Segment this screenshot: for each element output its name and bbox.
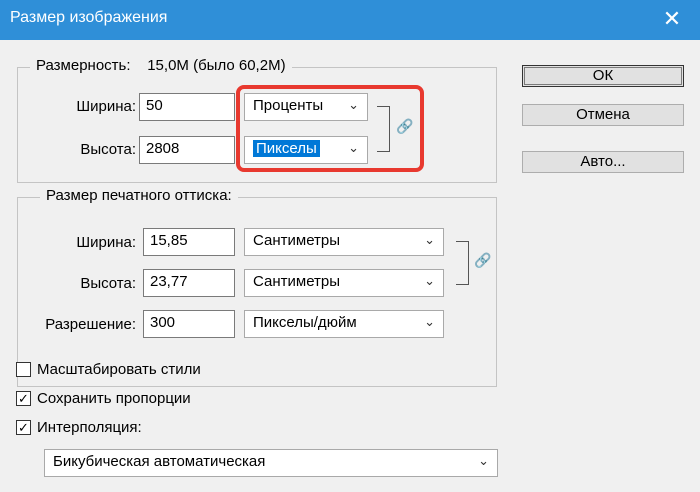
- doc-width-unit-select[interactable]: Сантиметры ⌄: [244, 228, 444, 256]
- chevron-down-icon: ⌄: [424, 232, 435, 247]
- pixel-dimensions-label: Размерность:: [36, 57, 131, 74]
- resolution-unit-value: Пикселы/дюйм: [253, 314, 357, 331]
- highlight-annotation: [236, 85, 424, 172]
- resample-label[interactable]: Интерполяция:: [37, 419, 142, 436]
- resolution-input[interactable]: 300: [143, 310, 235, 338]
- pixel-dimensions-value: 15,0M (было 60,2M): [147, 57, 286, 74]
- chevron-down-icon: ⌄: [424, 273, 435, 288]
- document-size-legend: Размер печатного оттиска:: [40, 187, 238, 204]
- auto-button[interactable]: Авто...: [522, 151, 684, 173]
- pixel-height-input[interactable]: 2808: [139, 136, 235, 164]
- constrain-proportions-label[interactable]: Сохранить пропорции: [37, 390, 191, 407]
- doc-width-input[interactable]: 15,85: [143, 228, 235, 256]
- doc-height-label: Высота:: [80, 275, 136, 292]
- pixel-height-label: Высота:: [80, 141, 136, 158]
- title-bar: Размер изображения ✕: [0, 0, 700, 40]
- pixel-width-input[interactable]: 50: [139, 93, 235, 121]
- dialog-body: Размерность: 15,0M (было 60,2M) Ширина: …: [0, 40, 700, 492]
- doc-height-input[interactable]: 23,77: [143, 269, 235, 297]
- resolution-label: Разрешение:: [45, 316, 136, 333]
- doc-link-bracket: [456, 241, 469, 285]
- pixel-width-label: Ширина:: [76, 98, 136, 115]
- close-icon[interactable]: ✕: [652, 2, 692, 36]
- ok-button[interactable]: ОК: [522, 65, 684, 87]
- scale-styles-label[interactable]: Масштабировать стили: [37, 361, 201, 378]
- window-title: Размер изображения: [10, 9, 168, 26]
- chevron-down-icon: ⌄: [424, 314, 435, 329]
- pixel-dimensions-legend: Размерность: 15,0M (было 60,2M): [30, 57, 292, 74]
- link-icon[interactable]: 🔗: [474, 252, 491, 269]
- doc-height-unit-value: Сантиметры: [253, 273, 341, 290]
- constrain-proportions-checkbox[interactable]: ✓: [16, 391, 31, 406]
- resolution-unit-select[interactable]: Пикселы/дюйм ⌄: [244, 310, 444, 338]
- doc-height-unit-select[interactable]: Сантиметры ⌄: [244, 269, 444, 297]
- cancel-button[interactable]: Отмена: [522, 104, 684, 126]
- doc-width-label: Ширина:: [76, 234, 136, 251]
- resample-method-value: Бикубическая автоматическая: [53, 453, 266, 470]
- chevron-down-icon: ⌄: [478, 453, 489, 468]
- resample-checkbox[interactable]: ✓: [16, 420, 31, 435]
- resample-method-select[interactable]: Бикубическая автоматическая ⌄: [44, 449, 498, 477]
- scale-styles-checkbox[interactable]: [16, 362, 31, 377]
- auto-button-label: Авто...: [580, 153, 626, 170]
- doc-width-unit-value: Сантиметры: [253, 232, 341, 249]
